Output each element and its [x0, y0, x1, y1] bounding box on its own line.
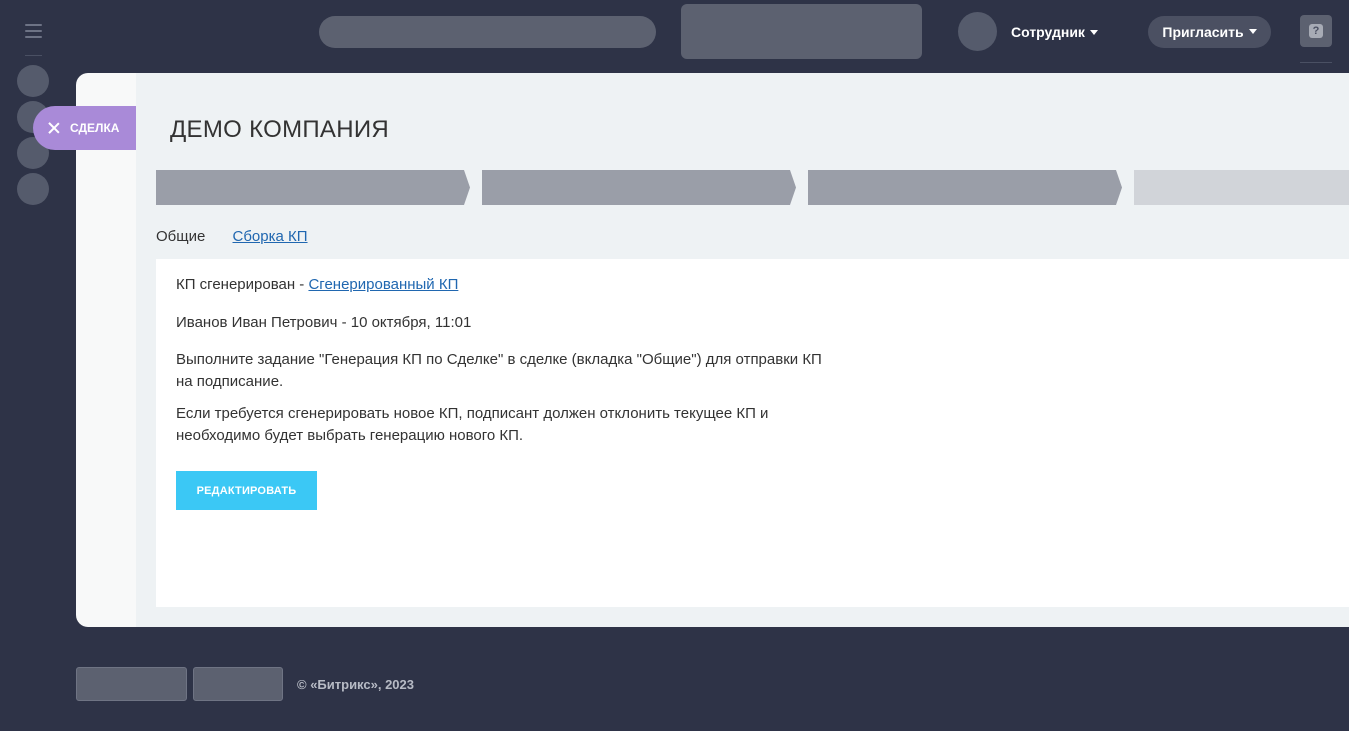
help-button[interactable]: ?	[1300, 15, 1332, 47]
search-input[interactable]	[319, 16, 656, 48]
stage-3[interactable]	[808, 170, 1123, 205]
status-prefix: КП сгенерирован -	[176, 276, 309, 293]
avatar[interactable]	[958, 12, 997, 51]
stage-2[interactable]	[482, 170, 797, 205]
stage-3-shape	[808, 170, 1122, 205]
footer-button-1[interactable]	[76, 667, 187, 701]
close-icon[interactable]	[48, 122, 60, 134]
edit-button[interactable]: РЕДАКТИРОВАТЬ	[176, 471, 317, 510]
stage-4-shape	[1134, 170, 1349, 205]
rail-divider	[25, 55, 42, 56]
invite-label: Пригласить	[1162, 24, 1244, 40]
top-widget[interactable]	[681, 4, 922, 59]
instruction-text: Выполните задание "Генерация КП по Сделк…	[176, 351, 822, 390]
menu-icon[interactable]	[25, 24, 42, 40]
chevron-down-icon	[1248, 28, 1257, 34]
tabs-bar: Общие Сборка КП	[156, 228, 331, 245]
deal-tab-label: СДЕЛКА	[70, 121, 120, 135]
deal-slider-tab[interactable]: СДЕЛКА	[33, 106, 136, 150]
stage-1[interactable]	[156, 170, 471, 205]
top-divider	[1300, 62, 1332, 63]
help-icon: ?	[1309, 24, 1323, 38]
content-panel: КП сгенерирован - Сгенерированный КП Ива…	[156, 259, 1349, 607]
note-text: Если требуется сгенерировать новое КП, п…	[176, 405, 769, 444]
tab-kp-assembly[interactable]: Сборка КП	[233, 228, 308, 245]
rail-avatar-1[interactable]	[17, 65, 49, 97]
author-line: Иванов Иван Петрович - 10 октября, 11:01	[176, 314, 472, 331]
stage-1-shape	[156, 170, 470, 205]
generated-kp-link[interactable]: Сгенерированный КП	[308, 276, 458, 293]
invite-button[interactable]: Пригласить	[1148, 16, 1271, 48]
tab-general[interactable]: Общие	[156, 228, 205, 245]
footer-button-2[interactable]	[193, 667, 283, 701]
stage-2-shape	[482, 170, 796, 205]
copyright: © «Битрикс», 2023	[297, 677, 414, 692]
page-title: ДЕМО КОМПАНИЯ	[170, 116, 390, 143]
chevron-down-icon	[1089, 29, 1098, 35]
stage-4[interactable]	[1134, 170, 1349, 205]
rail-avatar-4[interactable]	[17, 173, 49, 205]
user-name-label: Сотрудник	[1011, 24, 1085, 40]
status-line: КП сгенерирован - Сгенерированный КП	[176, 274, 458, 296]
user-menu[interactable]: Сотрудник	[1011, 24, 1098, 40]
